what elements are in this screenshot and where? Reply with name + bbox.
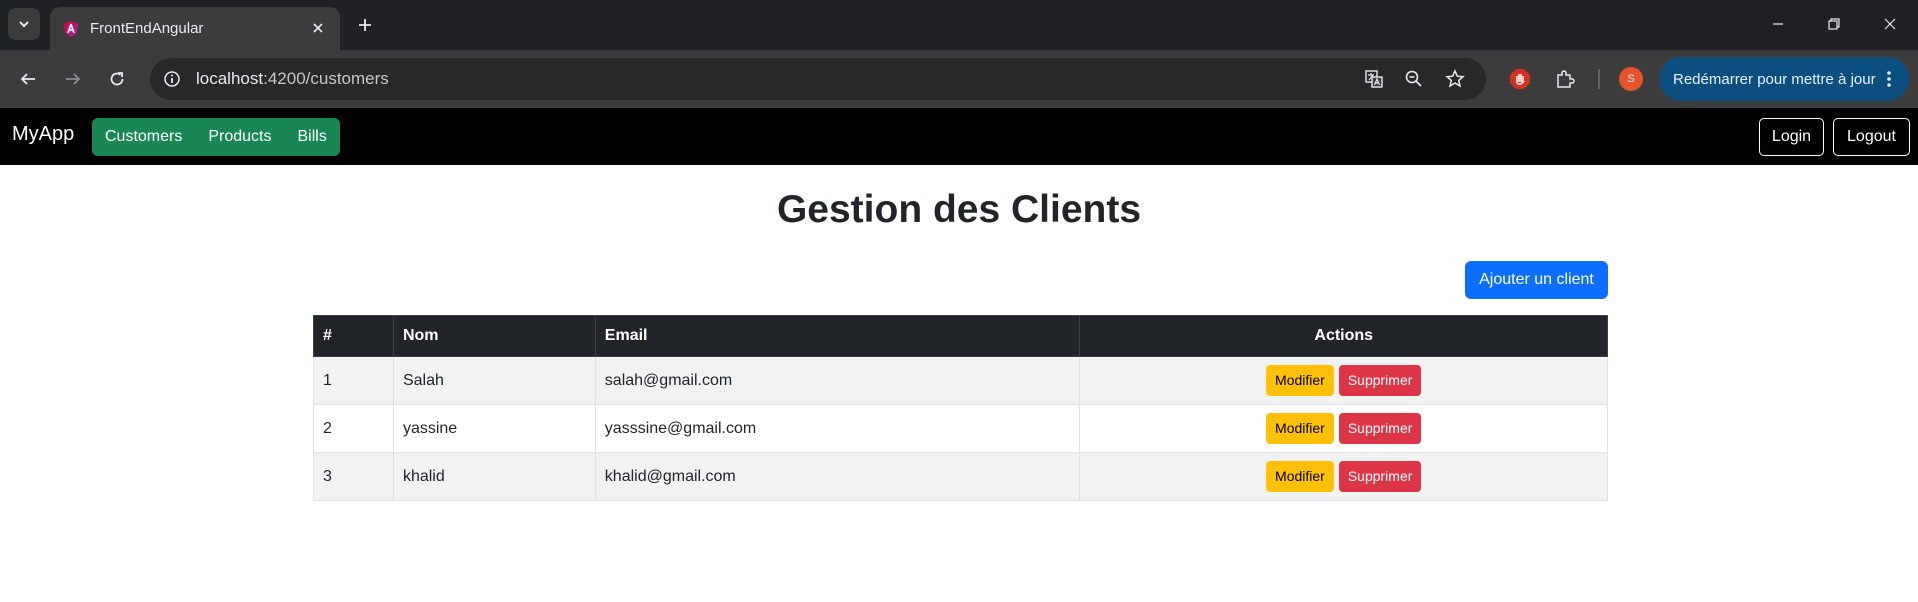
clients-table: # Nom Email Actions 1 Salah salah@gmail.… [313,315,1608,501]
tab-search-button[interactable] [8,8,40,40]
column-header-actions: Actions [1079,315,1608,357]
arrow-right-icon [66,73,81,85]
nav-link-customers[interactable]: Customers [92,118,195,156]
star-icon [1445,69,1465,88]
arrow-left-icon [20,73,35,85]
cell-nom: khalid [392,452,596,501]
translate-icon [1365,70,1383,88]
chevron-down-icon [19,21,29,28]
angular-logo-icon [64,21,78,37]
cell-actions: Modifier Supprimer [1079,356,1608,405]
stop-hand-icon [1510,69,1530,89]
column-header-email: Email [594,315,1081,357]
info-icon [164,71,180,87]
translate-button[interactable] [1362,67,1386,91]
tab-close-button[interactable] [308,18,328,38]
cell-id: 2 [313,404,394,453]
more-vertical-icon [1887,71,1891,87]
close-icon [1884,18,1896,30]
update-label: Redémarrer pour mettre à jour [1673,70,1876,88]
cell-email: salah@gmail.com [594,356,1081,405]
puzzle-icon [1557,70,1575,88]
table-row: 2 yassine yasssine@gmail.com Modifier Sup… [313,404,1608,453]
cell-actions: Modifier Supprimer [1079,404,1608,453]
table-header-row: # Nom Email Actions [313,315,1608,357]
page-title: Gestion des Clients [776,188,1142,231]
close-window-button[interactable] [1862,0,1918,48]
login-button[interactable]: Login [1759,118,1824,156]
reload-button[interactable] [101,63,133,95]
zoom-out-icon [1405,70,1422,87]
url-path: :4200/customers [263,69,389,88]
reload-icon [110,72,124,86]
zoom-button[interactable] [1402,67,1426,91]
url-text[interactable]: localhost:4200/customers [196,69,389,89]
new-tab-button[interactable] [352,12,378,38]
tab-title: FrontEndAngular [90,20,204,37]
restore-button[interactable] [1806,0,1862,48]
update-browser-button[interactable]: Redémarrer pour mettre à jour [1659,57,1909,101]
cell-actions: Modifier Supprimer [1079,452,1608,501]
cell-id: 3 [313,452,394,501]
nav-links: Customers Products Bills [92,118,340,156]
minimize-button[interactable] [1750,0,1806,48]
site-info-button[interactable] [160,67,184,91]
column-header-id: # [313,315,394,357]
logout-button[interactable]: Logout [1833,118,1910,156]
table-row: 3 khalid khalid@gmail.com Modifier Suppri… [313,452,1608,501]
plus-icon [359,19,371,31]
edit-button[interactable]: Modifier [1266,365,1334,396]
cell-email: khalid@gmail.com [594,452,1081,501]
nav-link-products[interactable]: Products [195,118,284,156]
menu-button[interactable] [1879,68,1899,90]
cell-nom: yassine [392,404,596,453]
address-bar[interactable]: localhost:4200/customers [150,58,1486,100]
nav-link-bills[interactable]: Bills [285,118,340,156]
close-icon [313,23,323,33]
url-host: localhost [196,69,264,88]
app-navbar: MyApp Customers Products Bills Login Log… [0,108,1918,165]
edit-button[interactable]: Modifier [1266,413,1334,444]
browser-tabstrip: FrontEndAngular [0,0,1918,50]
delete-button[interactable]: Supprimer [1338,413,1422,444]
delete-button[interactable]: Supprimer [1338,461,1422,492]
browser-tab-active[interactable]: FrontEndAngular [50,7,340,50]
toolbar-separator [1598,69,1600,89]
delete-button[interactable]: Supprimer [1338,365,1422,396]
bookmark-button[interactable] [1443,67,1467,91]
table-row: 1 Salah salah@gmail.com Modifier Supprime… [313,356,1608,405]
profile-avatar[interactable]: S [1619,67,1643,91]
back-button[interactable] [12,63,44,95]
extensions-button[interactable] [1551,65,1579,93]
minimize-icon [1773,23,1783,25]
cell-nom: Salah [392,356,596,405]
cell-email: yasssine@gmail.com [594,404,1081,453]
app-brand[interactable]: MyApp [12,123,74,146]
forward-button[interactable] [57,63,89,95]
column-header-nom: Nom [392,315,596,357]
edit-button[interactable]: Modifier [1266,461,1334,492]
add-client-button[interactable]: Ajouter un client [1465,261,1608,299]
extension-adblock-button[interactable] [1506,65,1534,93]
cell-id: 1 [313,356,394,405]
restore-icon [1828,18,1840,30]
browser-toolbar: localhost:4200/customers S Redémarrer po… [0,50,1918,108]
